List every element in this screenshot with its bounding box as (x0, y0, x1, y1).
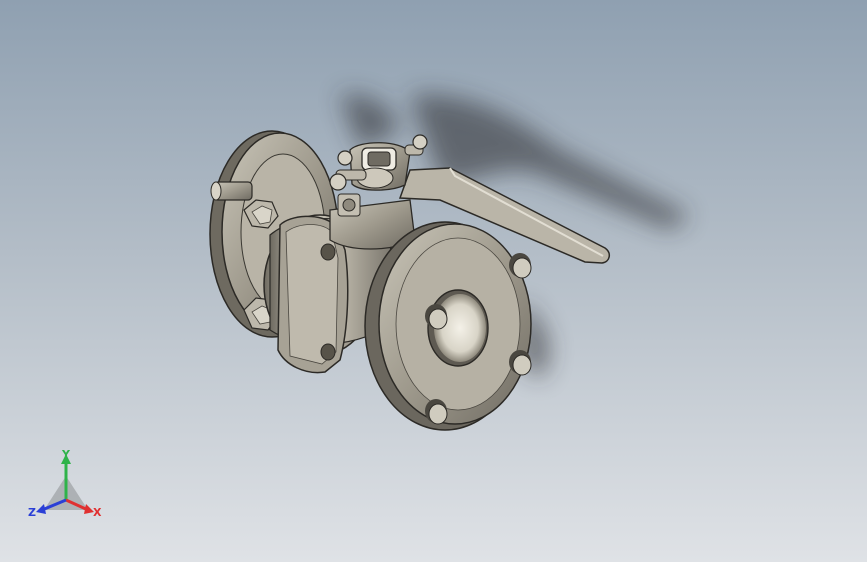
z-arrow-icon (36, 504, 46, 514)
knob-right (404, 134, 428, 156)
3d-graphics-viewport[interactable]: Y X Z (0, 0, 867, 562)
ball-valve-model[interactable] (0, 0, 867, 562)
orientation-triad[interactable]: Y X Z (26, 448, 106, 528)
stem-head (349, 142, 411, 191)
knob-rear (337, 150, 353, 166)
y-axis-label: Y (61, 448, 71, 461)
x-axis-label: X (93, 506, 102, 519)
z-axis-label: Z (28, 506, 36, 519)
rear-stud (210, 181, 253, 201)
